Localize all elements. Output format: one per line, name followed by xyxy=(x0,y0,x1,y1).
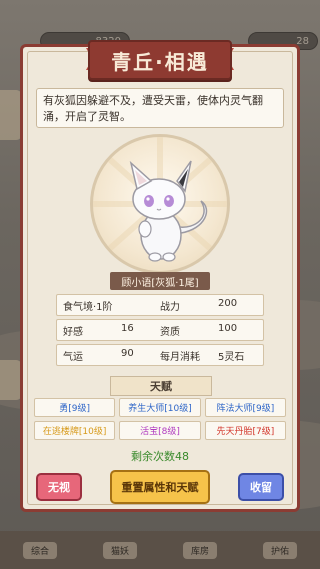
stats-table: 食气境·1阶 战力 200 好感 16 资质 100 气运 90 每月消耗 5灵石 xyxy=(56,294,264,369)
side-tab-left-lower[interactable] xyxy=(0,360,22,400)
stat-label: 每月消耗 xyxy=(160,351,200,363)
stat-value: 90 xyxy=(121,347,134,359)
bottom-nav: 综合 猫妖 库房 护佑 xyxy=(0,531,320,569)
nav-item-protect[interactable]: 护佑 xyxy=(262,541,297,559)
stat-value: 200 xyxy=(218,297,238,309)
stat-label: 好感 xyxy=(63,326,83,338)
action-buttons: 无视 重置属性和天赋 收留 xyxy=(36,470,284,504)
dialog-title-banner: 青丘·相遇 xyxy=(88,40,232,80)
nav-item-storage[interactable]: 库房 xyxy=(182,541,217,559)
talent-item: 先天丹胎[7级] xyxy=(204,421,286,440)
nav-item-general[interactable]: 综合 xyxy=(22,541,57,559)
fox-portrait xyxy=(90,134,230,274)
fox-image xyxy=(93,137,227,262)
stat-value: 5灵石 xyxy=(218,351,245,363)
nav-item-cat[interactable]: 猫妖 xyxy=(102,541,137,559)
talent-item: 养生大师[10级] xyxy=(119,398,201,417)
stat-label: 食气境·1阶 xyxy=(63,301,113,313)
dialog-title: 青丘·相遇 xyxy=(111,49,209,74)
stat-label: 战力 xyxy=(160,301,180,313)
stat-row: 好感 16 资质 100 xyxy=(56,319,264,341)
stat-value: 16 xyxy=(121,322,134,334)
stat-row: 气运 90 每月消耗 5灵石 xyxy=(56,344,264,366)
stat-row: 食气境·1阶 战力 200 xyxy=(56,294,264,316)
adopt-button[interactable]: 收留 xyxy=(238,473,284,501)
stat-label: 资质 xyxy=(160,326,180,338)
talent-section-title: 天赋 xyxy=(110,376,212,396)
talent-item: 在逃楼牌[10级] xyxy=(34,421,116,440)
ignore-button[interactable]: 无视 xyxy=(36,473,82,501)
talent-grid: 勇[9级] 养生大师[10级] 阵法大师[9级] 在逃楼牌[10级] 活宝[8级… xyxy=(34,398,286,440)
encounter-description: 有灰狐因躲避不及，遭受天雷，使体内灵气翻涌，开启了灵智。 xyxy=(36,88,284,128)
reset-attributes-button[interactable]: 重置属性和天赋 xyxy=(110,470,210,504)
stat-label: 气运 xyxy=(63,351,83,363)
character-name-plate: 顾小语[灰狐·1尾] xyxy=(110,272,210,290)
talent-item: 阵法大师[9级] xyxy=(204,398,286,417)
remaining-count: 剩余次数48 xyxy=(131,450,189,463)
stat-value: 100 xyxy=(218,322,238,334)
side-tab-left[interactable] xyxy=(0,90,22,140)
talent-item: 勇[9级] xyxy=(34,398,116,417)
talent-item: 活宝[8级] xyxy=(119,421,201,440)
